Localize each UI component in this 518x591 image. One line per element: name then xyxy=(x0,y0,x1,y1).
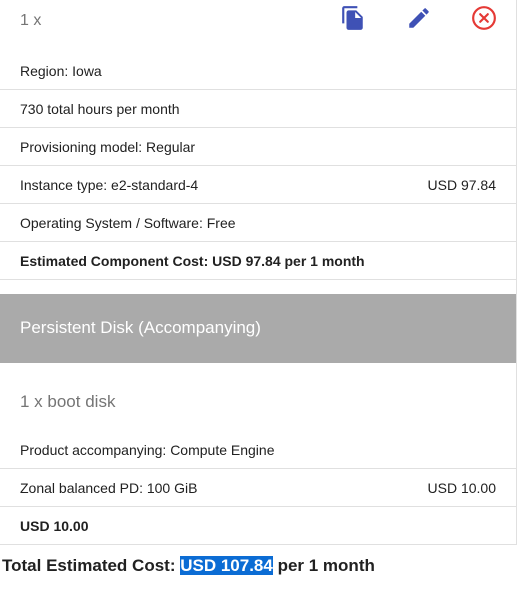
compute-item-header: 1 x xyxy=(0,0,516,52)
region-row: Region: Iowa xyxy=(0,52,516,90)
estimate-card: 1 x Region: Iowa 730 total hours per mon… xyxy=(0,0,517,545)
os-label: Operating System / Software: Free xyxy=(20,215,236,231)
component-cost-label: Estimated Component Cost: USD 97.84 per … xyxy=(20,253,365,269)
hours-label: 730 total hours per month xyxy=(20,101,180,117)
persistent-disk-section-header: Persistent Disk (Accompanying) xyxy=(0,294,516,363)
total-label: Total Estimated Cost: xyxy=(2,556,176,575)
os-row: Operating System / Software: Free xyxy=(0,204,516,242)
instance-type-price: USD 97.84 xyxy=(427,177,496,193)
copy-icon xyxy=(342,6,363,30)
instance-type-label: Instance type: e2-standard-4 xyxy=(20,177,199,193)
disk-cost-label: USD 10.00 xyxy=(20,518,89,534)
product-accompanying-label: Product accompanying: Compute Engine xyxy=(20,442,275,458)
total-amount: USD 107.84 xyxy=(180,556,273,575)
total-suffix: per 1 month xyxy=(277,556,375,575)
instance-type-row: Instance type: e2-standard-4 USD 97.84 xyxy=(0,166,516,204)
product-accompanying-row: Product accompanying: Compute Engine xyxy=(0,431,516,469)
zonal-pd-row: Zonal balanced PD: 100 GiB USD 10.00 xyxy=(0,469,516,507)
component-cost-row: Estimated Component Cost: USD 97.84 per … xyxy=(0,242,516,280)
compute-quantity: 1 x xyxy=(20,12,42,29)
delete-button[interactable] xyxy=(469,3,499,33)
delete-icon xyxy=(472,6,496,30)
region-label: Region: Iowa xyxy=(20,63,102,79)
zonal-pd-price: USD 10.00 xyxy=(427,480,496,496)
copy-button[interactable] xyxy=(338,3,368,33)
provisioning-row: Provisioning model: Regular xyxy=(0,128,516,166)
total-estimated-cost: Total Estimated Cost: USD 107.84 per 1 m… xyxy=(2,556,375,576)
edit-icon xyxy=(409,8,429,28)
disk-cost-row: USD 10.00 xyxy=(0,507,516,545)
disk-item-header: 1 x boot disk xyxy=(0,363,516,431)
provisioning-label: Provisioning model: Regular xyxy=(20,139,196,155)
hours-row: 730 total hours per month xyxy=(0,90,516,128)
zonal-pd-label: Zonal balanced PD: 100 GiB xyxy=(20,480,198,496)
edit-button[interactable] xyxy=(404,3,434,33)
boot-disk-quantity: 1 x boot disk xyxy=(20,392,116,411)
